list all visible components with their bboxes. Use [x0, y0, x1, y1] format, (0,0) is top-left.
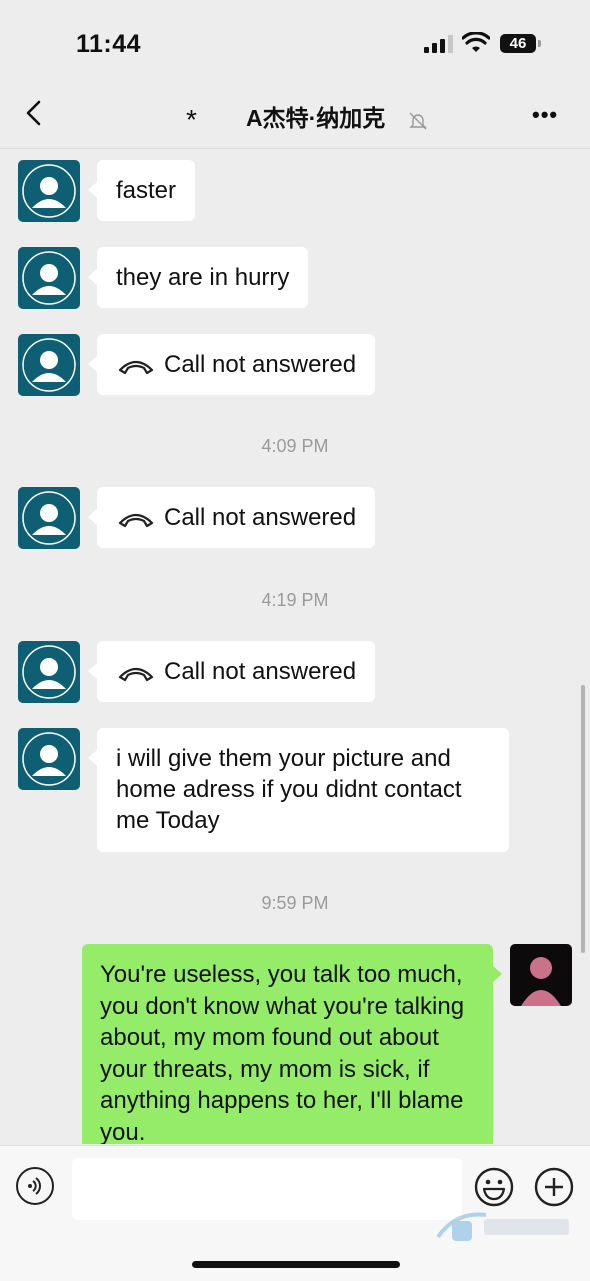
status-bar: 11:44 46	[0, 0, 590, 88]
incoming-message-bubble[interactable]: faster	[87, 160, 196, 221]
message-text: You're useless, you talk too much, you d…	[100, 961, 465, 1144]
battery-indicator: 46	[500, 34, 541, 53]
call-status-text: Call not answered	[164, 351, 357, 378]
message-timestamp: 4:19 PM	[261, 590, 329, 610]
contact-avatar[interactable]	[18, 641, 80, 703]
more-icon[interactable]: •••	[532, 102, 558, 128]
contact-avatar[interactable]	[18, 728, 80, 790]
scrollbar[interactable]	[581, 685, 585, 953]
outgoing-message-bubble[interactable]: You're useless, you talk too much, you d…	[82, 944, 502, 1144]
call-status-text: Call not answered	[164, 504, 357, 531]
message-list[interactable]: faster they are in hurry Call not answer…	[0, 149, 590, 1144]
message-text: i will give them your picture and home a…	[116, 745, 462, 834]
signal-icon	[424, 35, 454, 53]
message-input[interactable]	[72, 1158, 462, 1220]
call-message-bubble[interactable]: Call not answered	[87, 487, 376, 548]
phone-hangup-icon	[118, 513, 154, 527]
phone-hangup-icon	[118, 360, 154, 374]
incoming-message-bubble[interactable]: they are in hurry	[87, 247, 309, 308]
my-avatar[interactable]	[510, 944, 572, 1006]
chat-title: A杰特·纳加克	[246, 105, 386, 131]
message-timestamp: 4:09 PM	[261, 436, 329, 456]
emoji-icon[interactable]	[474, 1167, 514, 1207]
title-star: *	[186, 104, 197, 135]
voice-icon[interactable]	[16, 1167, 54, 1205]
incoming-message-bubble[interactable]: i will give them your picture and home a…	[88, 728, 509, 852]
call-status-text: Call not answered	[164, 658, 357, 685]
contact-avatar[interactable]	[18, 487, 80, 549]
plus-icon[interactable]	[534, 1167, 574, 1207]
contact-avatar[interactable]	[18, 247, 80, 309]
contact-avatar[interactable]	[18, 334, 80, 396]
phone-hangup-icon	[118, 667, 154, 681]
message-timestamp: 9:59 PM	[261, 893, 329, 913]
watermark-logo	[436, 1207, 576, 1247]
wifi-icon	[462, 32, 490, 52]
home-indicator[interactable]	[192, 1261, 400, 1268]
contact-avatar[interactable]	[18, 160, 80, 222]
call-message-bubble[interactable]: Call not answered	[87, 641, 376, 702]
chat-title-area[interactable]: * A杰特·纳加克	[0, 98, 590, 135]
message-text: they are in hurry	[116, 264, 290, 291]
message-text: faster	[116, 177, 177, 204]
call-message-bubble[interactable]: Call not answered	[87, 334, 376, 395]
status-time: 11:44	[76, 30, 142, 58]
chat-header: * A杰特·纳加克 •••	[0, 88, 590, 149]
mute-bell-icon	[409, 112, 427, 130]
